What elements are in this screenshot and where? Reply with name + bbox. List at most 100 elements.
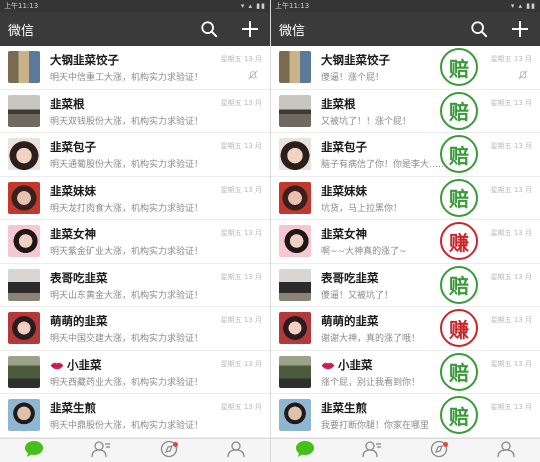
mute-icon — [248, 70, 258, 80]
wechat-screen-before: 上午11:13 ▾ ▴ ▮▮ 微信 大钢韭菜饺子 明天中信重工大涨，机构实力求验证… — [0, 0, 270, 462]
chat-row[interactable]: 韭菜妹妹 坑货，马上拉黑你！ 星期五 13 月赔 — [271, 177, 540, 220]
chat-name-text: 小韭菜 — [338, 357, 373, 372]
chat-preview: 明天中信重工大涨，机构实力求验证！ — [50, 73, 204, 83]
avatar — [8, 138, 40, 170]
chat-time: 星期五 13 月 — [490, 98, 532, 107]
tab-me[interactable] — [225, 440, 247, 462]
chat-bubble-icon — [295, 440, 315, 462]
avatar — [279, 399, 311, 431]
chat-time: 星期五 13 月 — [490, 359, 532, 368]
add-icon[interactable] — [510, 19, 530, 39]
status-icons: ▾ ▴ ▮▮ — [510, 2, 536, 10]
notification-dot — [172, 441, 178, 447]
chat-row[interactable]: 韭菜根 明天双钱股份大涨，机构实力求验证！ 星期五 13 月 — [0, 90, 270, 133]
chat-preview: 明天龙打肉食大涨，机构实力求验证！ — [50, 203, 204, 214]
bottom-tab-bar — [0, 438, 270, 462]
add-icon[interactable] — [240, 19, 260, 39]
tab-discover[interactable] — [158, 440, 180, 461]
search-icon[interactable] — [470, 20, 488, 38]
chat-time: 星期五 13 月 — [490, 185, 532, 194]
chat-name-text: 萌萌的韭菜 — [321, 314, 379, 328]
chat-row[interactable]: 韭菜女神 啊~~大神真的涨了~ 星期五 13 月赚 — [271, 220, 540, 264]
contacts-icon — [91, 440, 111, 462]
chat-name-text: 韭菜生煎 — [321, 401, 367, 415]
chat-name-text: 表哥吃韭菜 — [50, 270, 108, 285]
loss-stamp: 赔 — [440, 352, 478, 391]
chat-name-text: 韭菜女神 — [50, 227, 96, 241]
chat-name: 表哥吃韭菜 — [321, 270, 379, 286]
chat-preview: 明天中鼎股份大涨，机构实力求验证！ — [50, 421, 204, 431]
chat-name-text: 韭菜妹妹 — [50, 183, 96, 198]
avatar — [279, 138, 311, 170]
tab-chats[interactable] — [294, 440, 316, 462]
tab-contacts[interactable] — [90, 440, 112, 462]
person-icon — [496, 440, 516, 462]
chat-row[interactable]: 韭菜生煎 我要打断你腿！你家在哪里 星期五 13 月赔 — [271, 394, 540, 438]
status-bar: 上午11:13 ▾ ▴ ▮▮ — [0, 0, 270, 12]
chat-name-text: 小韭菜 — [67, 357, 102, 372]
chat-name-text: 韭菜生煎 — [50, 401, 96, 415]
chat-row[interactable]: 韭菜根 又被坑了！！涨个屁！ 星期五 13 月赔 — [271, 90, 540, 133]
chat-name: 韭菜女神 — [50, 226, 96, 242]
avatar — [8, 312, 40, 344]
avatar — [279, 268, 311, 301]
avatar — [279, 51, 311, 83]
chat-name: 大钢韭菜饺子 — [321, 52, 390, 68]
avatar — [8, 51, 40, 83]
chat-name: 萌萌的韭菜 — [50, 313, 108, 329]
tab-contacts[interactable] — [361, 440, 383, 461]
chat-row[interactable]: 韭菜妹妹 明天龙打肉食大涨，机构实力求验证！ 星期五 13 月 — [0, 177, 270, 220]
chat-time: 星期五 13 月 — [220, 229, 262, 237]
app-title: 微信 — [279, 23, 306, 39]
app-bar: 微信 — [271, 12, 540, 46]
tab-chats[interactable] — [23, 440, 45, 461]
chat-name: 小韭菜 — [321, 357, 373, 373]
status-bar: 上午11:13 ▾ ▴ ▮▮ — [271, 0, 540, 12]
chat-row[interactable]: 韭菜包子 脑子有病信了你！你是李大……吧！ 星期五 13 月赔 — [271, 133, 540, 177]
status-time: 上午11:13 — [4, 2, 39, 10]
chat-time: 星期五 13 月 — [220, 55, 262, 63]
chat-name: 韭菜根 — [50, 96, 85, 112]
status-time: 上午11:13 — [275, 2, 310, 10]
chat-row[interactable]: 韭菜包子 明天通葡股份大涨，机构实力求验证！ 星期五 13 月 — [0, 133, 270, 177]
chat-row[interactable]: 表哥吃韭菜 明天山东黄金大涨，机构实力求验证！ 星期五 13 月 — [0, 264, 270, 307]
tab-discover[interactable] — [428, 440, 450, 461]
chat-name-text: 韭菜包子 — [50, 140, 96, 154]
status-icons: ▾ ▴ ▮▮ — [240, 2, 266, 10]
chat-row[interactable]: 大钢韭菜饺子 傻逼！涨个屁！ 星期五 13 月赔 — [271, 46, 540, 90]
chat-name: 萌萌的韭菜 — [321, 313, 379, 329]
avatar — [8, 94, 40, 127]
chat-name-text: 韭菜女神 — [321, 227, 367, 241]
loss-stamp: 赔 — [440, 91, 478, 130]
chat-time: 星期五 13 月 — [220, 98, 262, 107]
chat-time: 星期五 13 月 — [220, 272, 262, 281]
chat-row[interactable]: 表哥吃韭菜 傻逼！又被坑了！ 星期五 13 月赔 — [271, 264, 540, 307]
chat-time: 星期五 13 月 — [490, 55, 532, 63]
chat-time: 星期五 13 月 — [490, 142, 532, 150]
lips-icon — [321, 362, 335, 369]
chat-row[interactable]: 萌萌的韭菜 谢谢大神，真的涨了哦！ 星期五 13 月赚 — [271, 307, 540, 351]
chat-row[interactable]: 小韭菜 涨个屁，别让我看到你！ 星期五 13 月赔 — [271, 351, 540, 394]
chat-row[interactable]: 大钢韭菜饺子明天中信重工大涨，机构实力求验证！ 星期五 13 月 — [0, 46, 270, 90]
bottom-tab-bar — [271, 438, 540, 462]
tab-me[interactable] — [495, 440, 517, 462]
chat-time: 星期五 13 月 — [490, 272, 532, 281]
loss-stamp: 赔 — [440, 48, 478, 86]
chat-row[interactable]: 韭菜女神 明天紫金矿业大涨，机构实力求验证！ 星期五 13 月 — [0, 220, 270, 264]
chat-time: 星期五 13 月 — [490, 403, 532, 411]
chat-name-text: 韭菜妹妹 — [321, 183, 367, 198]
chat-name-text: 大钢韭菜饺子 — [321, 53, 390, 67]
person-icon — [226, 440, 246, 462]
chat-name: 韭菜生煎 — [321, 400, 367, 416]
chat-row[interactable]: 韭菜生煎明天中鼎股份大涨，机构实力求验证！ 星期五 13 月 — [0, 394, 270, 438]
loss-stamp: 赔 — [440, 135, 478, 173]
chat-name: 韭菜包子 — [50, 139, 96, 155]
loss-stamp: 赔 — [440, 396, 478, 434]
chat-row[interactable]: 小韭菜 明天西藏药业大涨，机构实力求验证！ 星期五 13 月 — [0, 351, 270, 394]
chat-name-text: 大钢韭菜饺子 — [50, 53, 119, 67]
search-icon[interactable] — [200, 20, 218, 38]
chat-row[interactable]: 萌萌的韭菜 明天中国交建大涨，机构实力求验证！ 星期五 13 月 — [0, 307, 270, 351]
lips-icon — [50, 362, 64, 369]
wechat-screen-after: 上午11:13 ▾ ▴ ▮▮ 微信 大钢韭菜饺子 傻逼！涨个屁！ 星期五 13 月赔… — [270, 0, 540, 462]
chat-time: 星期五 13 月 — [220, 403, 262, 411]
